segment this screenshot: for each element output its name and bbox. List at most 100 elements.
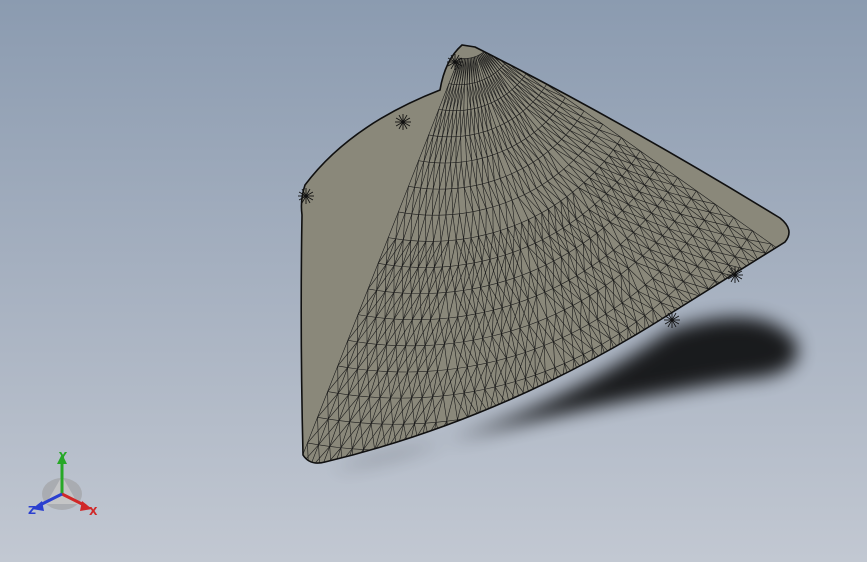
mesh-edge	[759, 261, 778, 277]
mesh-edge	[453, 419, 458, 447]
mesh-edge	[777, 266, 785, 277]
mesh-edge	[487, 46, 490, 49]
mesh-edge	[519, 431, 537, 454]
mesh-edge	[442, 447, 459, 464]
mesh-edge	[475, 439, 487, 443]
mesh-edge	[693, 303, 711, 321]
mesh-edge	[453, 446, 459, 464]
mesh-edge	[759, 261, 785, 267]
model-view[interactable]	[0, 0, 867, 562]
mesh-edge	[715, 280, 740, 289]
x-axis-label: X	[89, 505, 98, 518]
mesh-edge	[365, 450, 387, 464]
mesh-edge	[578, 432, 590, 438]
mesh-edge	[446, 445, 454, 464]
mesh-edge	[385, 450, 390, 464]
mesh-edge	[599, 422, 610, 428]
mesh-edge	[677, 311, 687, 319]
mesh-edge	[423, 448, 432, 464]
mesh-edge	[419, 449, 424, 464]
mesh-edge	[739, 288, 751, 312]
mesh-edge	[502, 459, 515, 463]
mesh-edge	[297, 469, 308, 471]
mesh-edge	[572, 412, 590, 433]
mesh-edge	[400, 449, 409, 464]
mesh-edge	[724, 296, 733, 306]
mesh-edge	[732, 296, 758, 303]
mesh-edge	[739, 288, 765, 295]
mesh-edge	[489, 45, 491, 46]
mesh-edge	[513, 431, 520, 460]
y-axis-label: Y	[59, 450, 67, 463]
mesh-edge	[750, 302, 758, 312]
mesh-edge	[732, 296, 751, 312]
mesh-edge	[732, 288, 740, 297]
mesh-edge	[546, 445, 558, 450]
mesh-edge	[468, 442, 477, 464]
model-face[interactable]	[301, 45, 789, 464]
mesh-edge	[783, 257, 789, 267]
mesh-edge	[771, 275, 778, 286]
mesh-edge	[540, 425, 558, 446]
mesh-edge	[508, 431, 520, 436]
mesh-edge	[507, 57, 510, 61]
mesh-edge	[480, 465, 491, 467]
mesh-edge	[535, 449, 547, 454]
mesh-edge	[707, 288, 718, 314]
mesh-edge	[589, 427, 600, 433]
mesh-edge	[491, 437, 499, 464]
mesh-edge	[464, 442, 476, 445]
mesh-edge	[486, 440, 504, 463]
mesh-edge	[717, 304, 726, 314]
mesh-edge	[457, 444, 466, 464]
mesh-edge	[435, 473, 446, 474]
mesh-edge	[484, 49, 487, 51]
mesh-edge	[551, 421, 569, 442]
mesh-edge	[725, 304, 751, 312]
mesh-edge	[752, 270, 778, 277]
mesh-edge	[309, 471, 320, 473]
mesh-edge	[752, 261, 760, 272]
mesh-edge	[475, 416, 480, 443]
mesh-edge	[497, 437, 515, 460]
mesh-edge	[765, 252, 785, 267]
mesh-edge	[411, 448, 432, 464]
mesh-edge	[453, 444, 465, 447]
mesh-edge	[506, 59, 509, 63]
mesh-edge	[331, 474, 342, 475]
mesh-edge	[530, 428, 537, 454]
mesh-edge	[700, 296, 718, 314]
mesh-edge	[561, 417, 580, 438]
mesh-edge	[540, 425, 548, 450]
mesh-edge	[520, 402, 531, 407]
graphics-viewport[interactable]: Y X Z	[0, 0, 867, 562]
mesh-edge	[757, 293, 765, 303]
mesh-edge	[457, 419, 466, 445]
mesh-edge	[434, 447, 443, 464]
mesh-edge	[411, 449, 421, 464]
z-axis-label: Z	[28, 504, 36, 517]
mesh-edge	[519, 428, 531, 433]
mesh-edge	[685, 303, 694, 312]
mesh-edge	[508, 434, 526, 457]
mesh-edge	[524, 428, 531, 457]
mesh-edge	[530, 398, 542, 403]
mesh-edge	[732, 296, 744, 320]
mesh-edge	[374, 450, 378, 464]
mesh-edge	[502, 434, 510, 463]
mesh-edge	[489, 411, 500, 415]
mesh-edge	[765, 253, 779, 276]
mesh-edge	[497, 434, 509, 439]
mesh-edge	[458, 469, 469, 471]
mesh-edge	[446, 471, 457, 473]
mesh-edge	[578, 408, 583, 437]
mesh-edge	[464, 416, 480, 445]
mesh-edge	[508, 434, 515, 460]
mesh-edge	[546, 421, 552, 450]
mesh-edge	[540, 421, 552, 426]
mesh-edge	[475, 442, 481, 464]
mesh-edge	[475, 442, 492, 464]
mesh-edge	[431, 447, 443, 449]
mesh-edge	[708, 288, 733, 297]
mesh-edge	[486, 437, 498, 441]
